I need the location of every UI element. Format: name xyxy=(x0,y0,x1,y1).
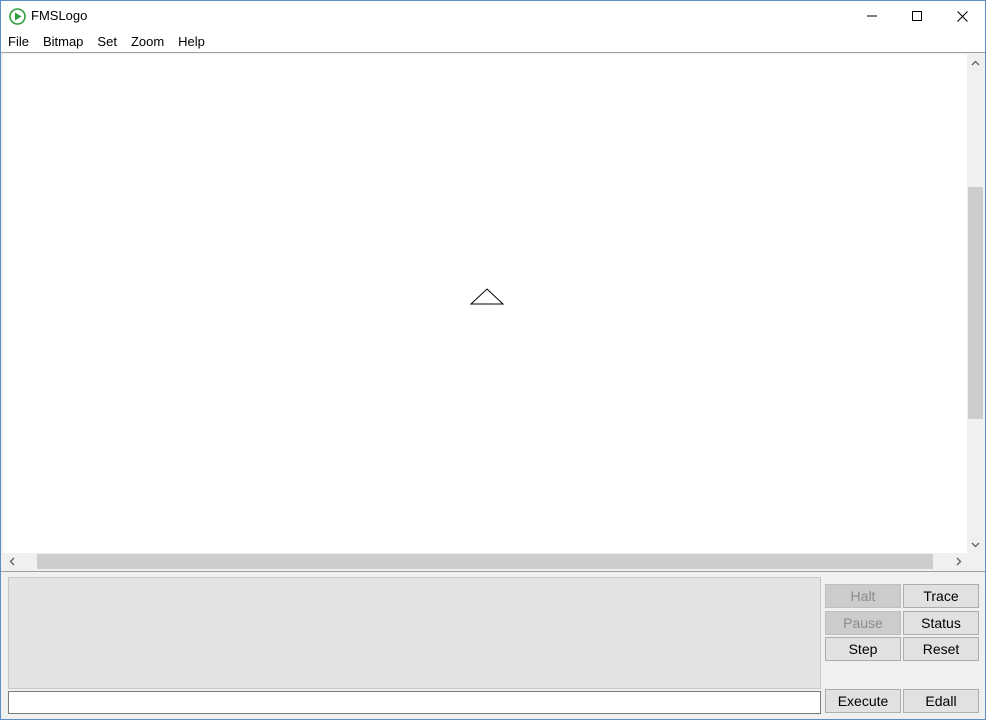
reset-button[interactable]: Reset xyxy=(903,637,979,661)
scroll-corner xyxy=(967,553,984,570)
edall-button[interactable]: Edall xyxy=(903,689,979,713)
close-icon xyxy=(956,10,968,22)
turtle-triangle-icon xyxy=(469,288,505,305)
minimize-icon xyxy=(867,15,877,17)
scroll-right-button[interactable] xyxy=(950,553,967,570)
window-title: FMSLogo xyxy=(31,8,88,23)
chevron-right-icon xyxy=(956,557,961,566)
scroll-down-button[interactable] xyxy=(967,536,984,553)
menu-bar: File Bitmap Set Zoom Help xyxy=(1,31,985,52)
horizontal-scroll-thumb[interactable] xyxy=(37,554,933,569)
chevron-down-icon xyxy=(971,542,980,547)
menu-file[interactable]: File xyxy=(1,31,36,52)
trace-button[interactable]: Trace xyxy=(903,584,979,608)
menu-bitmap[interactable]: Bitmap xyxy=(36,31,90,52)
scroll-up-button[interactable] xyxy=(967,54,984,71)
menu-help[interactable]: Help xyxy=(171,31,212,52)
pause-button[interactable]: Pause xyxy=(825,611,901,635)
scroll-left-button[interactable] xyxy=(3,553,20,570)
chevron-up-icon xyxy=(971,60,980,65)
title-bar[interactable]: FMSLogo xyxy=(1,1,985,31)
menu-set[interactable]: Set xyxy=(90,31,124,52)
execute-button[interactable]: Execute xyxy=(825,689,901,713)
minimize-button[interactable] xyxy=(849,1,895,31)
maximize-icon xyxy=(912,11,922,21)
command-history-box[interactable] xyxy=(8,577,821,689)
status-button[interactable]: Status xyxy=(903,611,979,635)
drawing-canvas[interactable] xyxy=(3,54,967,553)
command-input[interactable] xyxy=(8,691,821,714)
menu-divider xyxy=(1,52,985,53)
maximize-button[interactable] xyxy=(894,1,940,31)
step-button[interactable]: Step xyxy=(825,637,901,661)
menu-zoom[interactable]: Zoom xyxy=(124,31,171,52)
chevron-left-icon xyxy=(9,557,14,566)
close-button[interactable] xyxy=(939,1,985,31)
fmslogo-window: FMSLogo File Bitmap Set Zoom Help Halt T… xyxy=(0,0,986,720)
halt-button[interactable]: Halt xyxy=(825,584,901,608)
fmslogo-app-icon xyxy=(9,8,26,25)
vertical-scroll-thumb[interactable] xyxy=(968,187,983,419)
commander-panel: Halt Trace Pause Status Step Reset Execu… xyxy=(1,576,985,719)
horizontal-scrollbar[interactable] xyxy=(3,553,967,570)
vertical-scrollbar[interactable] xyxy=(967,54,984,553)
